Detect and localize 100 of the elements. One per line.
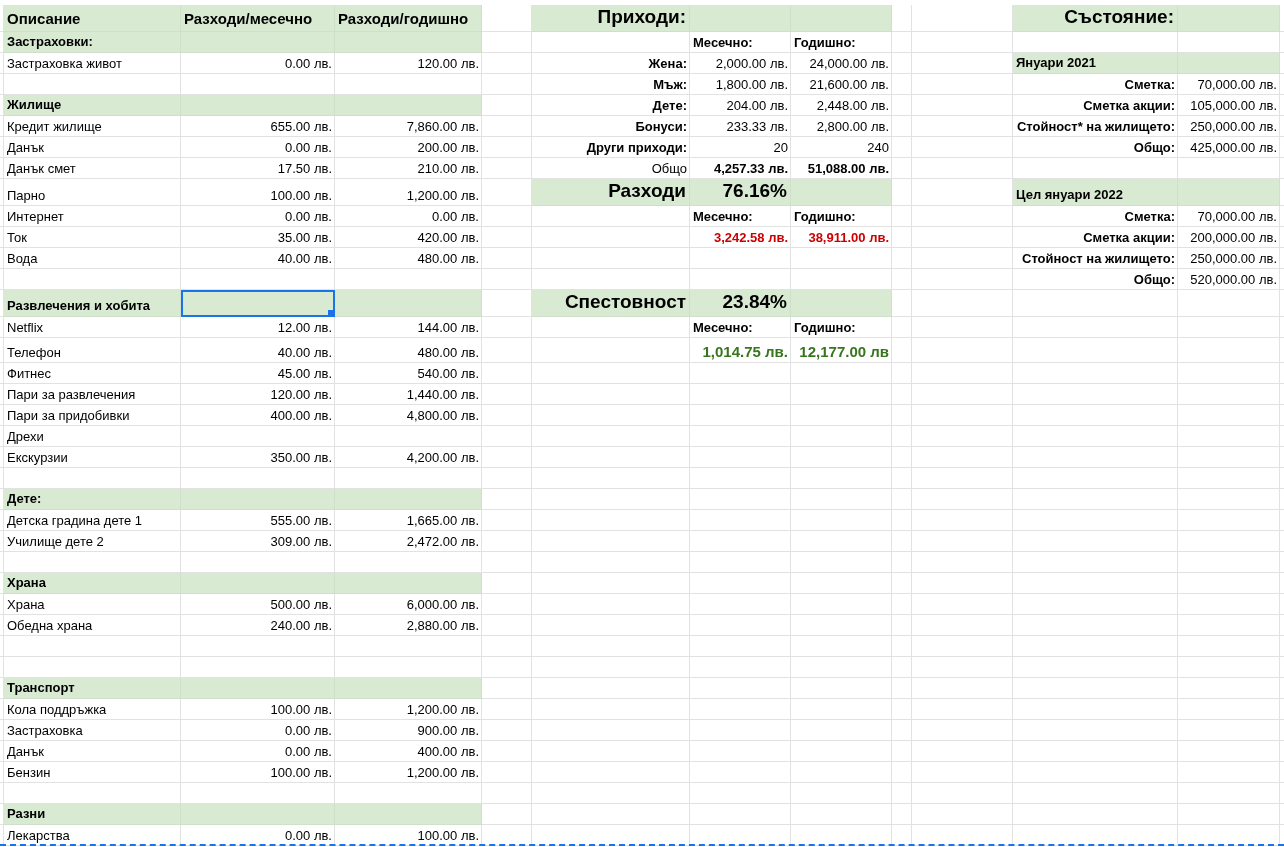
table-cell-text: 555.00 лв. bbox=[269, 512, 333, 530]
table-cell: Развлечения и хобита bbox=[4, 290, 181, 317]
table-cell-text: Бензин bbox=[6, 764, 52, 782]
column-header: Разходи/месечно bbox=[181, 5, 335, 32]
section-title: Спестовност bbox=[532, 290, 690, 317]
table-cell-text: 40.00 лв. bbox=[276, 344, 333, 362]
table-cell-text: Netflix bbox=[6, 319, 45, 337]
table-cell-text: 210.00 лв. bbox=[416, 160, 480, 178]
table-cell-text: 200.00 лв. bbox=[416, 139, 480, 157]
table-cell-text: Интернет bbox=[6, 208, 65, 226]
table-cell-text: 35.00 лв. bbox=[276, 229, 333, 247]
table-cell-text: 900.00 лв. bbox=[416, 722, 480, 740]
table-cell: Застраховки: bbox=[4, 32, 181, 53]
column-header: Разходи/годишно bbox=[335, 5, 482, 32]
table-cell-text: 70,000.00 лв. bbox=[1196, 76, 1278, 94]
table-cell-text: 420.00 лв. bbox=[416, 229, 480, 247]
table-cell-text: 20 bbox=[772, 139, 789, 157]
table-cell-text: 1,800.00 лв. bbox=[714, 76, 789, 94]
table-cell-text: 0.00 лв. bbox=[283, 55, 333, 73]
table-cell-text: Дрехи bbox=[6, 428, 45, 446]
table-cell-text: Бонуси: bbox=[634, 118, 688, 136]
table-cell-text: 3,242.58 лв. bbox=[712, 229, 789, 247]
table-cell-text: 480.00 лв. bbox=[416, 344, 480, 362]
table-cell-text: Ток bbox=[6, 229, 28, 247]
table-cell-text: 45.00 лв. bbox=[276, 365, 333, 383]
table-cell-text: 250,000.00 лв. bbox=[1189, 118, 1278, 136]
table-cell-text: 233.33 лв. bbox=[725, 118, 789, 136]
table-cell-text: 4,257.33 лв. bbox=[712, 160, 789, 178]
table-cell-text: 100.00 лв. bbox=[269, 187, 333, 205]
table-cell: Разни bbox=[4, 804, 181, 825]
table-cell-text: Пари за придобивки bbox=[6, 407, 131, 425]
table-cell-text: Застраховка bbox=[6, 722, 84, 740]
table-cell: Дете: bbox=[4, 489, 181, 510]
table-cell-text: Пари за развлечения bbox=[6, 386, 137, 404]
table-cell-text: Мъж: bbox=[652, 76, 688, 94]
table-cell-text: Жена: bbox=[647, 55, 688, 73]
table-cell-text: Стойност на жилището: bbox=[1021, 250, 1176, 268]
table-cell-text: 2,472.00 лв. bbox=[405, 533, 480, 551]
table-cell-text: 100.00 лв. bbox=[269, 701, 333, 719]
table-cell-text: 12,177.00 лв bbox=[798, 342, 890, 362]
table-cell-text: Годишно: bbox=[793, 208, 857, 226]
table-cell-text: 655.00 лв. bbox=[269, 118, 333, 136]
table-cell-text: 250,000.00 лв. bbox=[1189, 250, 1278, 268]
table-cell-text: Дете: bbox=[651, 97, 688, 115]
table-cell-text: 2,880.00 лв. bbox=[405, 617, 480, 635]
section-title: Състояние: bbox=[1013, 5, 1178, 32]
table-cell-text: 12.00 лв. bbox=[276, 319, 333, 337]
table-cell-text: 200,000.00 лв. bbox=[1189, 229, 1278, 247]
table-cell-text: Кредит жилище bbox=[6, 118, 103, 136]
table-cell: Жилище bbox=[4, 95, 181, 116]
table-cell-text: 120.00 лв. bbox=[269, 386, 333, 404]
table-cell: Транспорт bbox=[4, 678, 181, 699]
table-cell-text: 7,860.00 лв. bbox=[405, 118, 480, 136]
table-cell-text: 1,200.00 лв. bbox=[405, 187, 480, 205]
table-cell-text: 51,088.00 лв. bbox=[806, 160, 890, 178]
table-cell-text: 40.00 лв. bbox=[276, 250, 333, 268]
table-cell-text: Сметка акции: bbox=[1082, 97, 1176, 115]
table-cell-text: 24,000.00 лв. bbox=[808, 55, 890, 73]
table-cell-text: 2,800.00 лв. bbox=[815, 118, 890, 136]
table-cell-text: Храна bbox=[6, 596, 46, 614]
table-cell-text: Кола поддръжка bbox=[6, 701, 108, 719]
table-cell-text: Годишно: bbox=[793, 34, 857, 52]
table-cell-text: Данък смет bbox=[6, 160, 77, 178]
table-cell-text: 4,200.00 лв. bbox=[405, 449, 480, 467]
table-cell-text: 400.00 лв. bbox=[269, 407, 333, 425]
percent-cell: 23.84% bbox=[690, 290, 791, 317]
table-cell-text: 520,000.00 лв. bbox=[1189, 271, 1278, 289]
selected-cell[interactable] bbox=[181, 290, 335, 317]
table-cell-text: 1,200.00 лв. bbox=[405, 764, 480, 782]
percent-cell: 76.16% bbox=[690, 179, 791, 206]
column-header: Описание bbox=[4, 5, 181, 32]
table-cell-text: 120.00 лв. bbox=[416, 55, 480, 73]
section-title: Приходи: bbox=[532, 5, 690, 32]
table-cell-text: 6,000.00 лв. bbox=[405, 596, 480, 614]
table-cell-text: 500.00 лв. bbox=[269, 596, 333, 614]
table-cell-text: 309.00 лв. bbox=[269, 533, 333, 551]
table-cell-text: Общо: bbox=[1132, 139, 1176, 157]
table-cell-text: 1,665.00 лв. bbox=[405, 512, 480, 530]
table-cell-text: Вода bbox=[6, 250, 39, 268]
table-cell-text: 400.00 лв. bbox=[416, 743, 480, 761]
table-cell-text: 0.00 лв. bbox=[283, 139, 333, 157]
table-cell-text: Парно bbox=[6, 187, 47, 205]
table-cell-text: Сметка акции: bbox=[1082, 229, 1176, 247]
table-cell-text: 1,440.00 лв. bbox=[405, 386, 480, 404]
table-cell-text: 0.00 лв. bbox=[283, 743, 333, 761]
table-cell-text: 204.00 лв. bbox=[725, 97, 789, 115]
table-cell-text: 105,000.00 лв. bbox=[1189, 97, 1278, 115]
table-cell-text: 350.00 лв. bbox=[269, 449, 333, 467]
table-cell-text: 540.00 лв. bbox=[416, 365, 480, 383]
table-cell-text: Детска градина дете 1 bbox=[6, 512, 144, 530]
table-cell-text: Застраховка живот bbox=[6, 55, 123, 73]
table-cell-text: 0.00 лв. bbox=[283, 827, 333, 845]
table-cell-text: 0.00 лв. bbox=[283, 722, 333, 740]
table-cell-text: Стойност* на жилището: bbox=[1015, 118, 1176, 136]
table-cell-text: Сметка: bbox=[1123, 208, 1176, 226]
table-cell-text: Месечно: bbox=[692, 208, 754, 226]
table-cell-text: Други приходи: bbox=[585, 139, 688, 157]
table-cell-text: Месечно: bbox=[692, 34, 754, 52]
table-cell-text: 100.00 лв. bbox=[416, 827, 480, 845]
table-cell-text: 0.00 лв. bbox=[283, 208, 333, 226]
